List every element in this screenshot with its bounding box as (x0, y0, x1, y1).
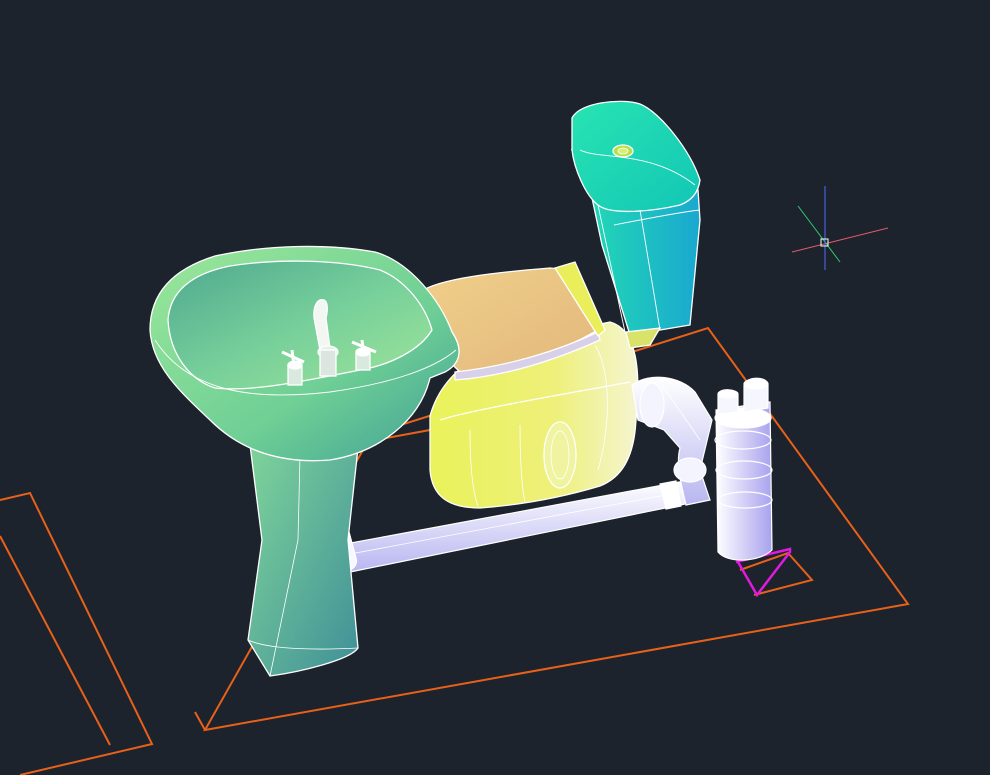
crosshair-cursor (791, 186, 889, 270)
drawing-viewport[interactable] (0, 0, 990, 775)
trap-inlet-face (743, 378, 769, 390)
left-room-outline[interactable] (0, 491, 154, 775)
elbow-collar (639, 382, 665, 428)
model-space-canvas[interactable] (0, 0, 990, 775)
cursor-x-axis (791, 227, 889, 253)
faucet-column (319, 349, 337, 377)
fixture-zone-edge[interactable] (194, 711, 206, 731)
trap-vent-face (717, 389, 739, 399)
tank-lid[interactable] (571, 100, 701, 213)
flush-button-inner (617, 147, 629, 155)
pedestal-sink[interactable] (149, 245, 460, 677)
sink-pedestal[interactable] (247, 443, 359, 677)
cursor-y-axis (797, 205, 841, 263)
toilet-base-opening (543, 421, 577, 489)
left-room-inner-outline[interactable] (0, 535, 111, 746)
p-trap[interactable] (714, 377, 773, 561)
elbow-collar (673, 457, 707, 483)
toilet[interactable] (419, 261, 639, 509)
